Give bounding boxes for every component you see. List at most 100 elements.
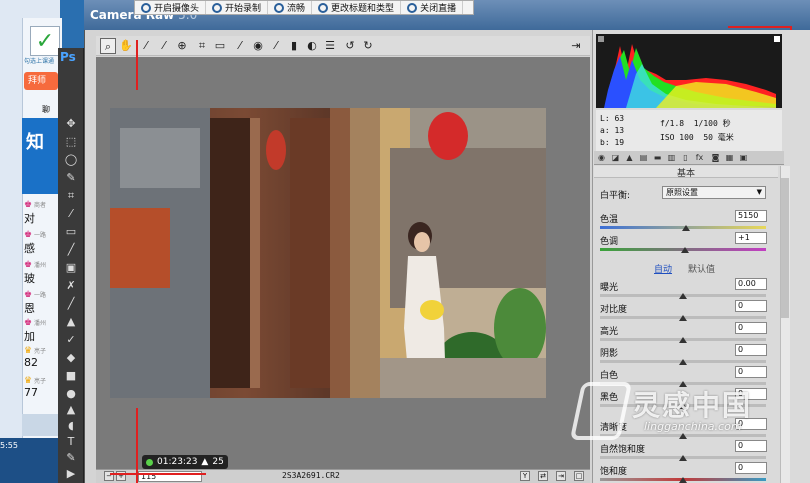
chat-entry-text: 感	[24, 242, 35, 255]
healing-tool-icon[interactable]: ▭	[62, 224, 80, 240]
close-live-button[interactable]: 关闭直播	[401, 1, 464, 14]
slider-label: 色温	[600, 215, 619, 225]
chat-banner[interactable]: 知	[22, 118, 62, 194]
brush-tool-icon[interactable]: ╱	[62, 242, 80, 258]
fill-tool-icon[interactable]: ■	[62, 368, 80, 384]
marquee-tool-icon[interactable]: ⬚	[62, 134, 80, 150]
slider-value-input[interactable]: 5150	[735, 210, 767, 222]
straighten-tool-icon[interactable]: ▭	[212, 38, 228, 54]
readout-a-label: a:	[600, 126, 610, 135]
record-button[interactable]: 开始录制	[206, 1, 269, 14]
red-eye-tool-icon[interactable]: ◉	[250, 38, 266, 54]
radial-filter-icon[interactable]: ◐	[304, 38, 320, 54]
shape-tool-icon[interactable]: ◖	[62, 418, 80, 434]
history-brush-tool-icon[interactable]: ✗	[62, 278, 80, 294]
quality-icon	[274, 2, 285, 13]
photoshop-logo: Ps	[60, 50, 76, 64]
slider-thumb[interactable]	[679, 433, 687, 439]
record-icon	[212, 2, 223, 13]
tab-effects-icon[interactable]: ▯	[680, 153, 691, 163]
readout-b-label: b:	[600, 138, 610, 147]
chat-action-button[interactable]: 拜师	[24, 72, 58, 90]
tab-presets-icon[interactable]: ▦	[724, 153, 735, 163]
default-link[interactable]: 默认值	[688, 262, 715, 275]
move-tool-icon[interactable]: ✥	[62, 116, 80, 132]
slider-value-input[interactable]: 0	[735, 322, 767, 334]
target-adjust-tool-icon[interactable]: ⊕	[174, 38, 190, 54]
direct-select-tool-icon[interactable]: ▶	[62, 466, 80, 482]
camera-button-label: 开启摄像头	[154, 4, 200, 14]
slider-value-input[interactable]: 0	[735, 440, 767, 452]
slider-thumb[interactable]	[679, 359, 687, 365]
chat-entry-text: 加	[24, 330, 35, 343]
quick-select-tool-icon[interactable]: ✎	[62, 170, 80, 186]
color-sampler-tool-icon[interactable]: ⁄	[156, 38, 172, 54]
zoom-tool-icon[interactable]: ⌕	[100, 38, 116, 54]
drop-tool-icon[interactable]: ●	[62, 386, 80, 402]
slider-thumb[interactable]	[682, 225, 691, 231]
readout-b: 19	[614, 138, 625, 147]
wb-label: 白平衡:	[600, 191, 631, 201]
copy-settings-icon[interactable]: ⇥	[556, 471, 566, 481]
shadow-clip-indicator[interactable]	[598, 36, 604, 42]
camera-button[interactable]: 开启摄像头	[135, 1, 207, 14]
slider-thumb[interactable]	[679, 293, 687, 299]
crown-icon: ♛	[24, 376, 33, 386]
marker-line	[110, 473, 206, 475]
eraser-tool-icon[interactable]: ╱	[62, 296, 80, 312]
slider-value-input[interactable]: 0	[735, 344, 767, 356]
toggle-icon[interactable]: □	[574, 471, 584, 481]
quality-button[interactable]: 流畅	[268, 1, 313, 14]
tab-hsl-icon[interactable]: ▤	[638, 153, 649, 163]
slider-thumb[interactable]	[679, 315, 687, 321]
slider-value-input[interactable]: 0	[735, 300, 767, 312]
tab-lens-icon[interactable]: ▥	[666, 153, 677, 163]
adjustment-brush-icon[interactable]: ⁄	[268, 38, 284, 54]
preferences-icon[interactable]: ☰	[322, 38, 338, 54]
scrollbar-thumb[interactable]	[781, 178, 789, 318]
readout-l: 63	[614, 114, 625, 123]
stamp-tool-icon[interactable]: ▣	[62, 260, 80, 276]
white-balance-tool-icon[interactable]: ⁄	[138, 38, 154, 54]
photo-preview[interactable]	[110, 108, 546, 398]
marker-line	[136, 40, 138, 90]
tab-snapshots-icon[interactable]: ▣	[738, 153, 749, 163]
spot-removal-tool-icon[interactable]: ⁄	[232, 38, 248, 54]
tab-split-toning-icon[interactable]: ▬	[652, 153, 663, 163]
lasso-tool-icon[interactable]: ◯	[62, 152, 80, 168]
tab-fx-icon[interactable]: fx	[694, 153, 705, 163]
auto-link[interactable]: 自动	[654, 262, 672, 275]
slider-thumb[interactable]	[680, 247, 689, 253]
dodge-tool-icon[interactable]: ◆	[62, 350, 80, 366]
tab-detail-icon[interactable]: ▲	[624, 153, 635, 163]
highlight-clip-indicator[interactable]	[774, 36, 780, 42]
hand-tool-icon[interactable]: ✋	[118, 38, 134, 54]
white-balance-select[interactable]: 原照设置 ▼	[662, 186, 766, 199]
slider-thumb[interactable]	[679, 455, 687, 461]
path-select-tool-icon[interactable]: ✎	[62, 450, 80, 466]
rotate-left-icon[interactable]: ↺	[342, 38, 358, 54]
eyedropper-tool-icon[interactable]: ⁄	[62, 206, 80, 222]
slider-value-input[interactable]: 0	[735, 366, 767, 378]
rotate-right-icon[interactable]: ↻	[360, 38, 376, 54]
blur-tool-icon[interactable]: ✓	[62, 332, 80, 348]
slider-thumb[interactable]	[679, 477, 687, 483]
slider-value-input[interactable]: 0	[735, 462, 767, 474]
swap-icon[interactable]: ⇄	[538, 471, 548, 481]
tab-basic-icon[interactable]: ◉	[596, 153, 607, 163]
crop-tool-icon[interactable]: ⌗	[62, 188, 80, 204]
type-tool-icon[interactable]: T	[62, 434, 80, 450]
graduated-filter-icon[interactable]: ▮	[286, 38, 302, 54]
before-after-icon[interactable]: Y	[520, 471, 530, 481]
tab-camera-calibration-icon[interactable]: ◙	[710, 153, 721, 163]
slider-value-input[interactable]: +1	[735, 232, 767, 244]
pen-tool-icon[interactable]: ▲	[62, 402, 80, 418]
slider-thumb[interactable]	[679, 337, 687, 343]
gradient-tool-icon[interactable]: ▲	[62, 314, 80, 330]
fullscreen-icon[interactable]: ⇥	[568, 38, 584, 54]
slider-value-input[interactable]: 0.00	[735, 278, 767, 290]
tab-tone-curve-icon[interactable]: ◪	[610, 153, 621, 163]
edit-title-button[interactable]: 更改标题和类型	[312, 1, 402, 14]
crop-icon[interactable]: ⌗	[194, 38, 210, 54]
slider-label: 阴影	[600, 349, 619, 359]
